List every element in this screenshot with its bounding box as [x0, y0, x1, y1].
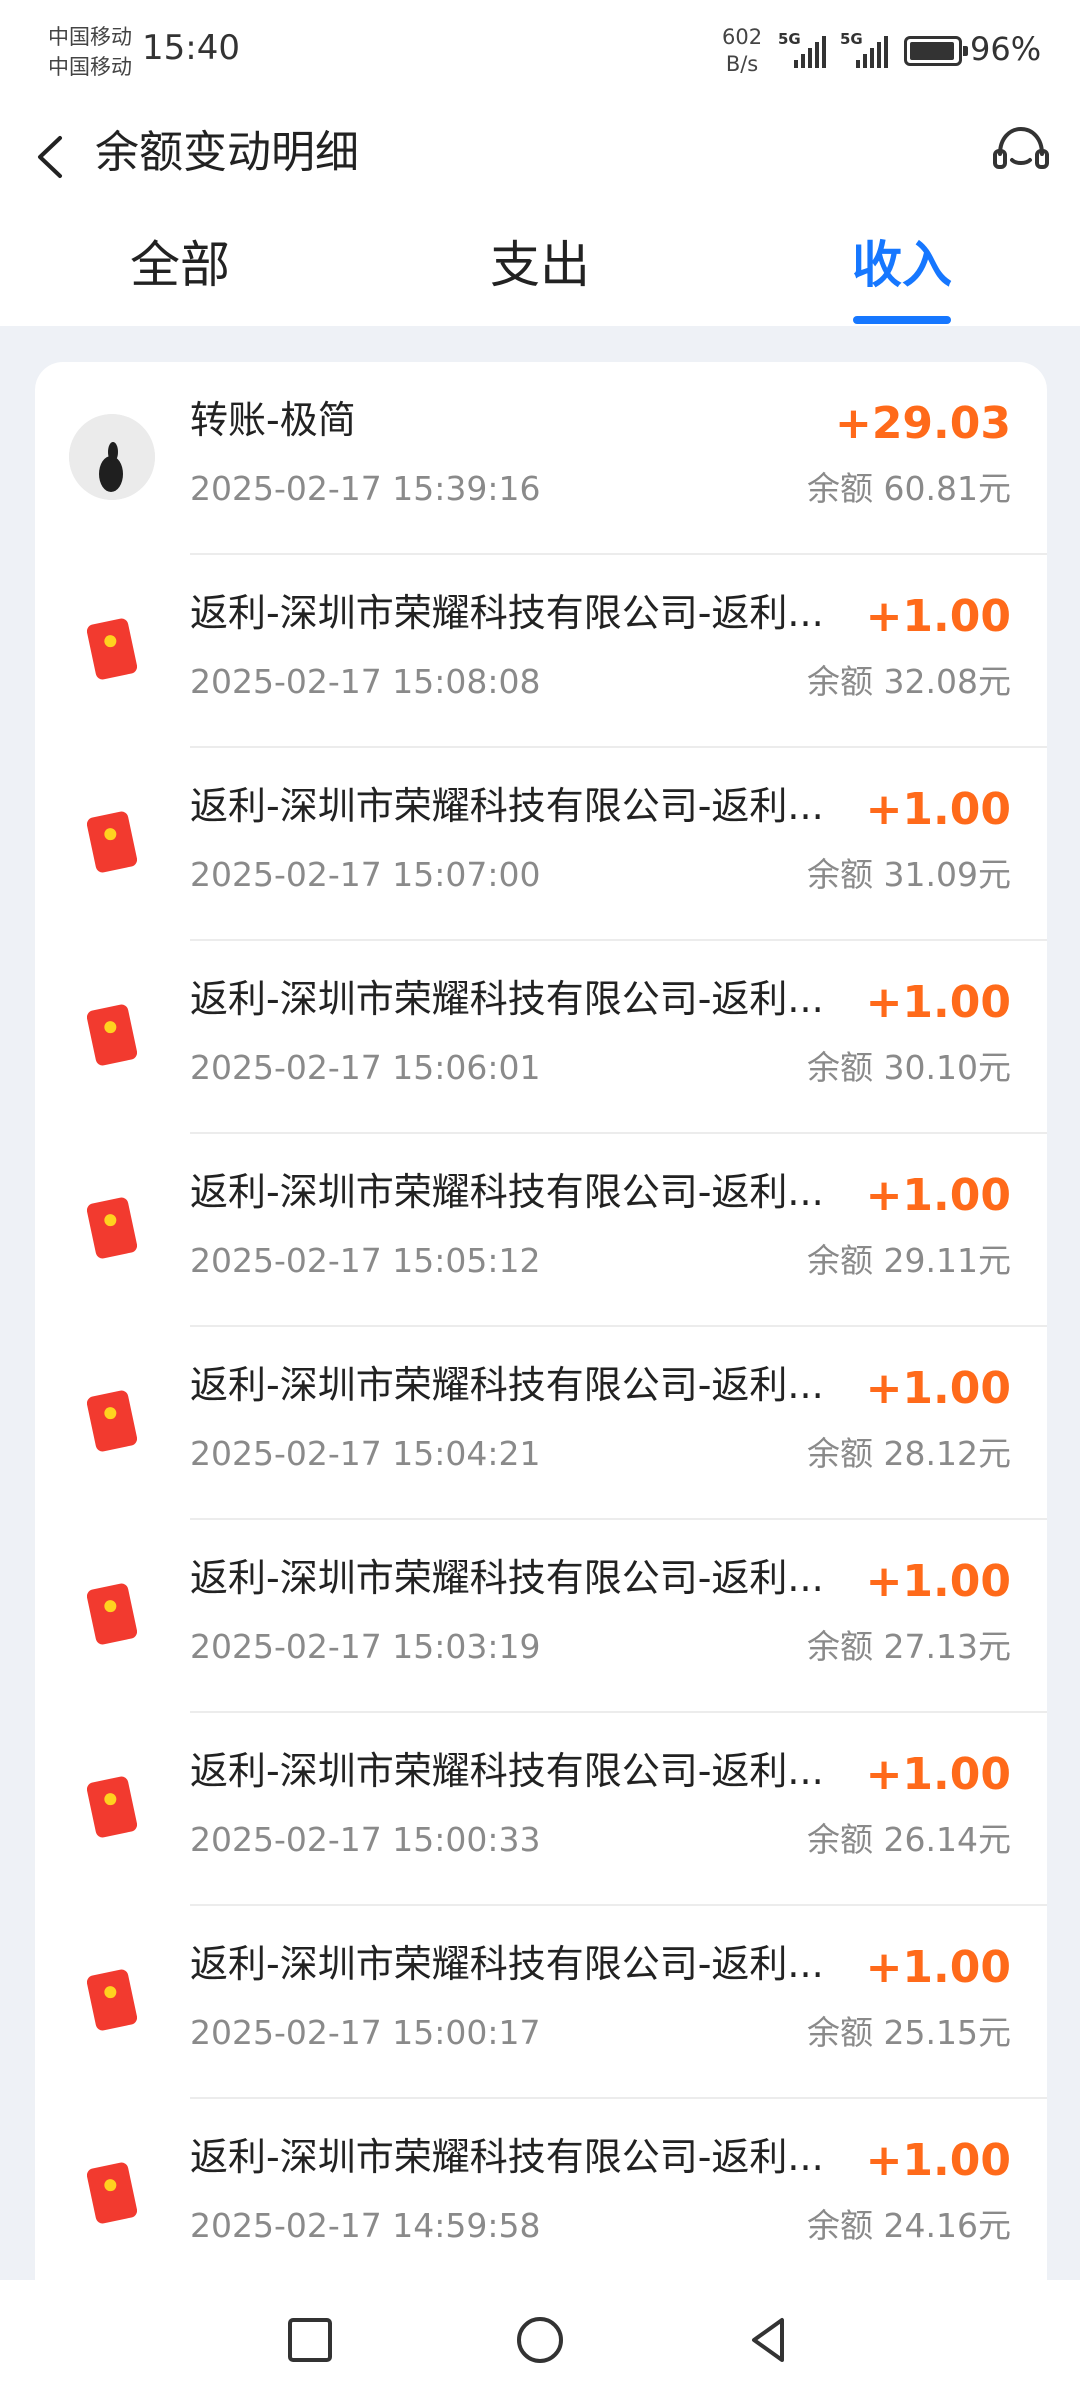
- square-icon[interactable]: [280, 2310, 340, 2370]
- battery-percent: 96%: [970, 30, 1042, 68]
- back-button[interactable]: [24, 120, 84, 190]
- transaction-date: 2025-02-17 15:06:01: [190, 1048, 541, 1087]
- red-packet-icon: [87, 1969, 137, 2031]
- transaction-balance: 余额 28.12元: [807, 1434, 1011, 1473]
- status-bar: 中国移动 中国移动 15:40 602 B/s 5G 5G 96%: [0, 0, 1080, 100]
- transaction-amount: +29.03: [834, 398, 1011, 449]
- transaction-title: 返利-深圳市荣耀科技有限公司-返利...: [190, 1170, 824, 1214]
- transaction-row[interactable]: 返利-深圳市荣耀科技有限公司-返利... 2025-02-17 15:00:33…: [35, 1713, 1047, 1906]
- system-nav-bar: [0, 2280, 1080, 2400]
- red-packet-icon: [87, 811, 137, 873]
- transaction-list: 转账-极简 2025-02-17 15:39:16 +29.03 余额 60.8…: [35, 362, 1047, 2280]
- transaction-date: 2025-02-17 15:05:12: [190, 1241, 541, 1280]
- net-speed-value: 602: [722, 25, 763, 49]
- carrier-1: 中国移动: [48, 25, 132, 49]
- transaction-amount: +1.00: [865, 591, 1011, 642]
- tab-expense[interactable]: 支出: [430, 230, 650, 300]
- transaction-balance: 余额 25.15元: [807, 2013, 1011, 2052]
- net-speed: 602 B/s: [722, 24, 762, 78]
- transaction-amount: +1.00: [865, 2135, 1011, 2186]
- transaction-row[interactable]: 返利-深圳市荣耀科技有限公司-返利... 2025-02-17 15:05:12…: [35, 1134, 1047, 1327]
- transaction-amount: +1.00: [865, 1363, 1011, 1414]
- signal-bars-icon: [856, 36, 888, 68]
- page-title: 余额变动明细: [95, 127, 359, 178]
- transaction-row[interactable]: 返利-深圳市荣耀科技有限公司-返利... 2025-02-17 15:03:19…: [35, 1520, 1047, 1713]
- transaction-row[interactable]: 返利-深圳市荣耀科技有限公司-返利... 2025-02-17 14:59:58…: [35, 2099, 1047, 2280]
- transaction-date: 2025-02-17 14:59:58: [190, 2206, 541, 2245]
- avatar-image: [69, 414, 155, 500]
- transaction-balance: 余额 26.14元: [807, 1820, 1011, 1859]
- transaction-amount: +1.00: [865, 977, 1011, 1028]
- customer-service-button[interactable]: [990, 120, 1052, 182]
- transaction-amount: +1.00: [865, 784, 1011, 835]
- triangle-back-icon[interactable]: [740, 2310, 800, 2370]
- transaction-date: 2025-02-17 15:00:33: [190, 1820, 541, 1859]
- transaction-title: 转账-极简: [190, 398, 356, 442]
- transaction-balance: 余额 24.16元: [807, 2206, 1011, 2245]
- red-packet-icon: [87, 1776, 137, 1838]
- transaction-row[interactable]: 转账-极简 2025-02-17 15:39:16 +29.03 余额 60.8…: [35, 362, 1047, 555]
- net-speed-unit: B/s: [725, 52, 759, 76]
- carrier-2: 中国移动: [48, 55, 132, 79]
- transaction-date: 2025-02-17 15:08:08: [190, 662, 541, 701]
- transaction-title: 返利-深圳市荣耀科技有限公司-返利...: [190, 977, 824, 1021]
- transaction-balance: 余额 60.81元: [807, 469, 1011, 508]
- transaction-date: 2025-02-17 15:04:21: [190, 1434, 541, 1473]
- transaction-title: 返利-深圳市荣耀科技有限公司-返利...: [190, 2135, 824, 2179]
- transaction-date: 2025-02-17 15:03:19: [190, 1627, 541, 1666]
- red-packet-icon: [87, 1390, 137, 1452]
- transaction-title: 返利-深圳市荣耀科技有限公司-返利...: [190, 1363, 824, 1407]
- transaction-date: 2025-02-17 15:00:17: [190, 2013, 541, 2052]
- transaction-title: 返利-深圳市荣耀科技有限公司-返利...: [190, 1556, 824, 1600]
- transaction-title: 返利-深圳市荣耀科技有限公司-返利...: [190, 1942, 824, 1986]
- transaction-title: 返利-深圳市荣耀科技有限公司-返利...: [190, 784, 824, 828]
- app-header: 余额变动明细: [0, 100, 1080, 210]
- transaction-row[interactable]: 返利-深圳市荣耀科技有限公司-返利... 2025-02-17 15:00:17…: [35, 1906, 1047, 2099]
- transaction-balance: 余额 32.08元: [807, 662, 1011, 701]
- active-tab-indicator: [853, 316, 951, 324]
- avatar: [69, 414, 155, 500]
- chevron-left-icon: [38, 136, 62, 178]
- signal-bars-icon: [794, 36, 826, 68]
- tab-income[interactable]: 收入: [792, 230, 1012, 300]
- transaction-balance: 余额 29.11元: [807, 1241, 1011, 1280]
- carrier-labels: 中国移动 中国移动: [48, 22, 132, 82]
- transaction-row[interactable]: 返利-深圳市荣耀科技有限公司-返利... 2025-02-17 15:04:21…: [35, 1327, 1047, 1520]
- transaction-date: 2025-02-17 15:39:16: [190, 469, 541, 508]
- transaction-balance: 余额 27.13元: [807, 1627, 1011, 1666]
- transaction-row[interactable]: 返利-深圳市荣耀科技有限公司-返利... 2025-02-17 15:06:01…: [35, 941, 1047, 1134]
- transaction-row[interactable]: 返利-深圳市荣耀科技有限公司-返利... 2025-02-17 15:07:00…: [35, 748, 1047, 941]
- battery-icon: [904, 36, 968, 66]
- transaction-balance: 余额 30.10元: [807, 1048, 1011, 1087]
- transaction-balance: 余额 31.09元: [807, 855, 1011, 894]
- red-packet-icon: [87, 1197, 137, 1259]
- tab-all[interactable]: 全部: [70, 230, 290, 300]
- red-packet-icon: [87, 1004, 137, 1066]
- red-packet-icon: [87, 618, 137, 680]
- red-packet-icon: [87, 2162, 137, 2224]
- transaction-amount: +1.00: [865, 1556, 1011, 1607]
- transaction-amount: +1.00: [865, 1749, 1011, 1800]
- transaction-title: 返利-深圳市荣耀科技有限公司-返利...: [190, 591, 824, 635]
- headset-icon: [993, 126, 1049, 169]
- transaction-row[interactable]: 返利-深圳市荣耀科技有限公司-返利... 2025-02-17 15:08:08…: [35, 555, 1047, 748]
- circle-icon[interactable]: [510, 2310, 570, 2370]
- clock: 15:40: [142, 28, 240, 68]
- filter-tabs: 全部 支出 收入: [0, 210, 1080, 326]
- transaction-amount: +1.00: [865, 1170, 1011, 1221]
- transaction-title: 返利-深圳市荣耀科技有限公司-返利...: [190, 1749, 824, 1793]
- red-packet-icon: [87, 1583, 137, 1645]
- transaction-amount: +1.00: [865, 1942, 1011, 1993]
- transaction-date: 2025-02-17 15:07:00: [190, 855, 541, 894]
